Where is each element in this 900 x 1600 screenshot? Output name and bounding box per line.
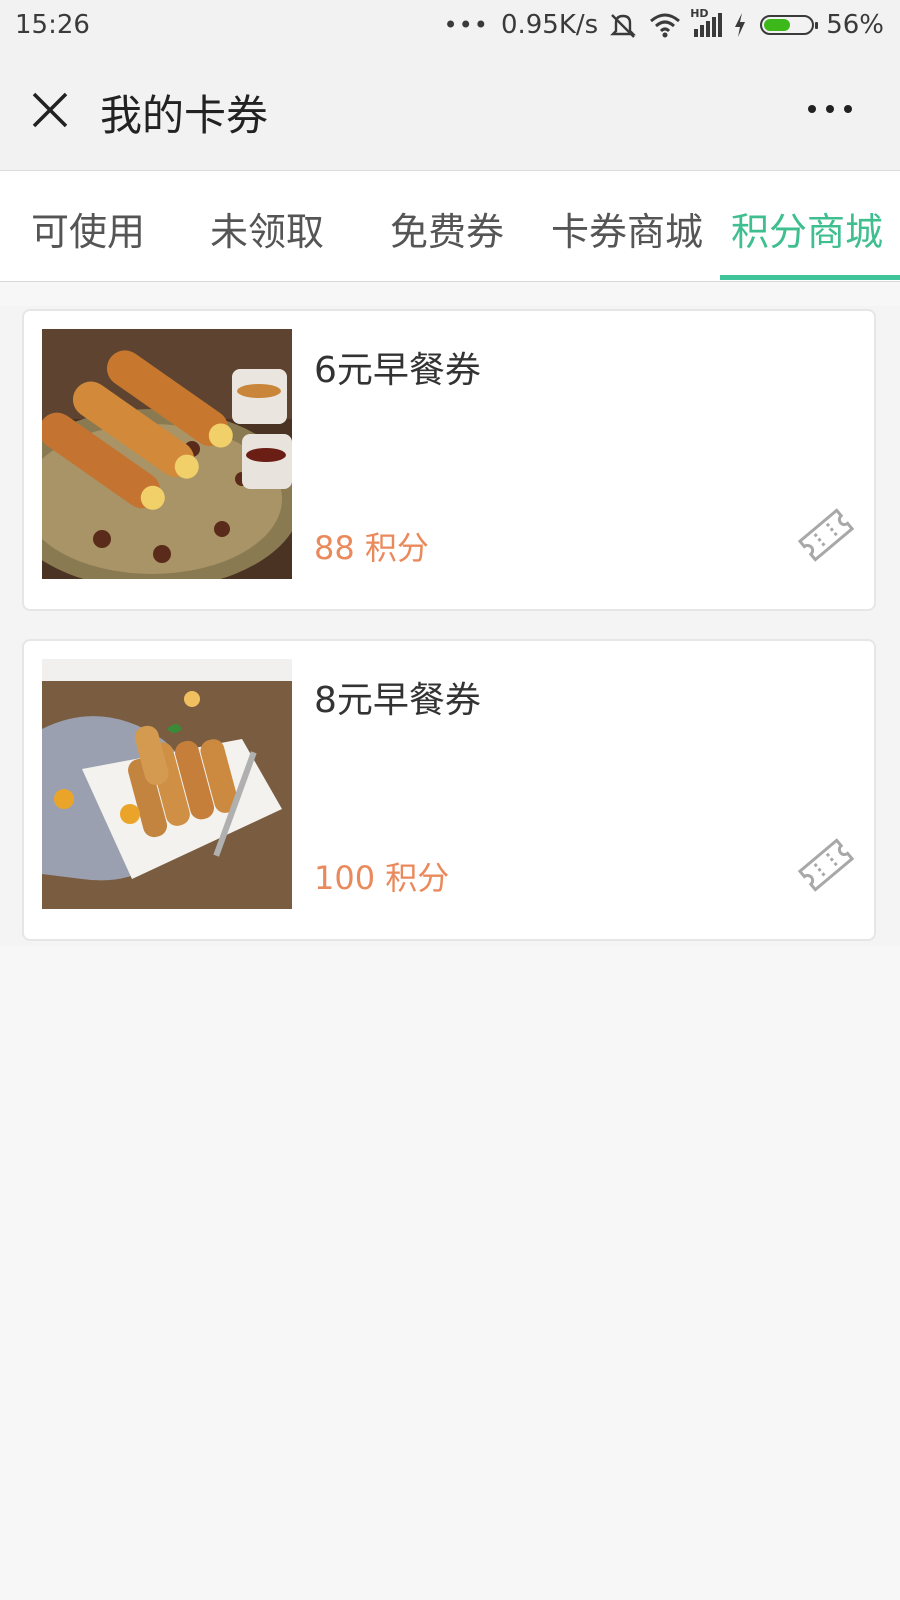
title-bar: 我的卡券 — [0, 52, 900, 171]
battery-percent: 56% — [826, 10, 884, 40]
network-speed: 0.95K/s — [500, 10, 599, 40]
coupon-card[interactable]: 8元早餐券 100 积分 — [22, 639, 876, 941]
status-bar: 15:26 ••• 0.95K/s HD 56% — [0, 0, 900, 52]
status-right: ••• 0.95K/s HD 56% — [443, 7, 884, 40]
close-icon[interactable] — [26, 86, 74, 134]
empty-area — [0, 946, 900, 1600]
spring-rolls-photo — [42, 659, 292, 909]
wifi-icon — [650, 13, 681, 38]
active-tab-indicator — [720, 275, 900, 280]
battery-fill — [764, 19, 790, 31]
coupon-card[interactable]: 6元早餐券 88 积分 — [22, 309, 876, 611]
tab-coupon-mall[interactable]: 卡券商城 — [551, 201, 703, 256]
breakfast-rolls-photo — [42, 329, 292, 579]
tab-points-mall[interactable]: 积分商城 — [731, 201, 883, 256]
page-title: 我的卡券 — [100, 91, 269, 140]
ticket-icon[interactable] — [796, 505, 856, 565]
tab-unclaimed[interactable]: 未领取 — [210, 201, 324, 256]
tab-bar: 可使用 未领取 免费券 卡券商城 积分商城 — [0, 171, 900, 282]
status-dots: ••• — [443, 11, 489, 39]
tab-free-coupons[interactable]: 免费券 — [390, 201, 504, 256]
ticket-icon[interactable] — [796, 835, 856, 895]
status-time: 15:26 — [15, 10, 90, 40]
mute-icon — [610, 14, 637, 38]
charging-icon — [735, 13, 746, 37]
more-icon[interactable] — [808, 97, 858, 121]
coupon-points: 88 积分 — [314, 529, 429, 567]
coupon-list: 6元早餐券 88 积分 8元早餐券 100 积分 — [0, 306, 900, 946]
signal-icon — [694, 13, 723, 37]
coupon-image — [42, 329, 292, 579]
coupon-image — [42, 659, 292, 909]
coupon-points: 100 积分 — [314, 859, 450, 897]
coupon-title: 8元早餐券 — [314, 680, 481, 721]
coupon-title: 6元早餐券 — [314, 350, 481, 391]
signal-indicator: HD — [690, 7, 724, 39]
battery-icon — [760, 15, 819, 35]
tab-usable[interactable]: 可使用 — [31, 201, 145, 256]
